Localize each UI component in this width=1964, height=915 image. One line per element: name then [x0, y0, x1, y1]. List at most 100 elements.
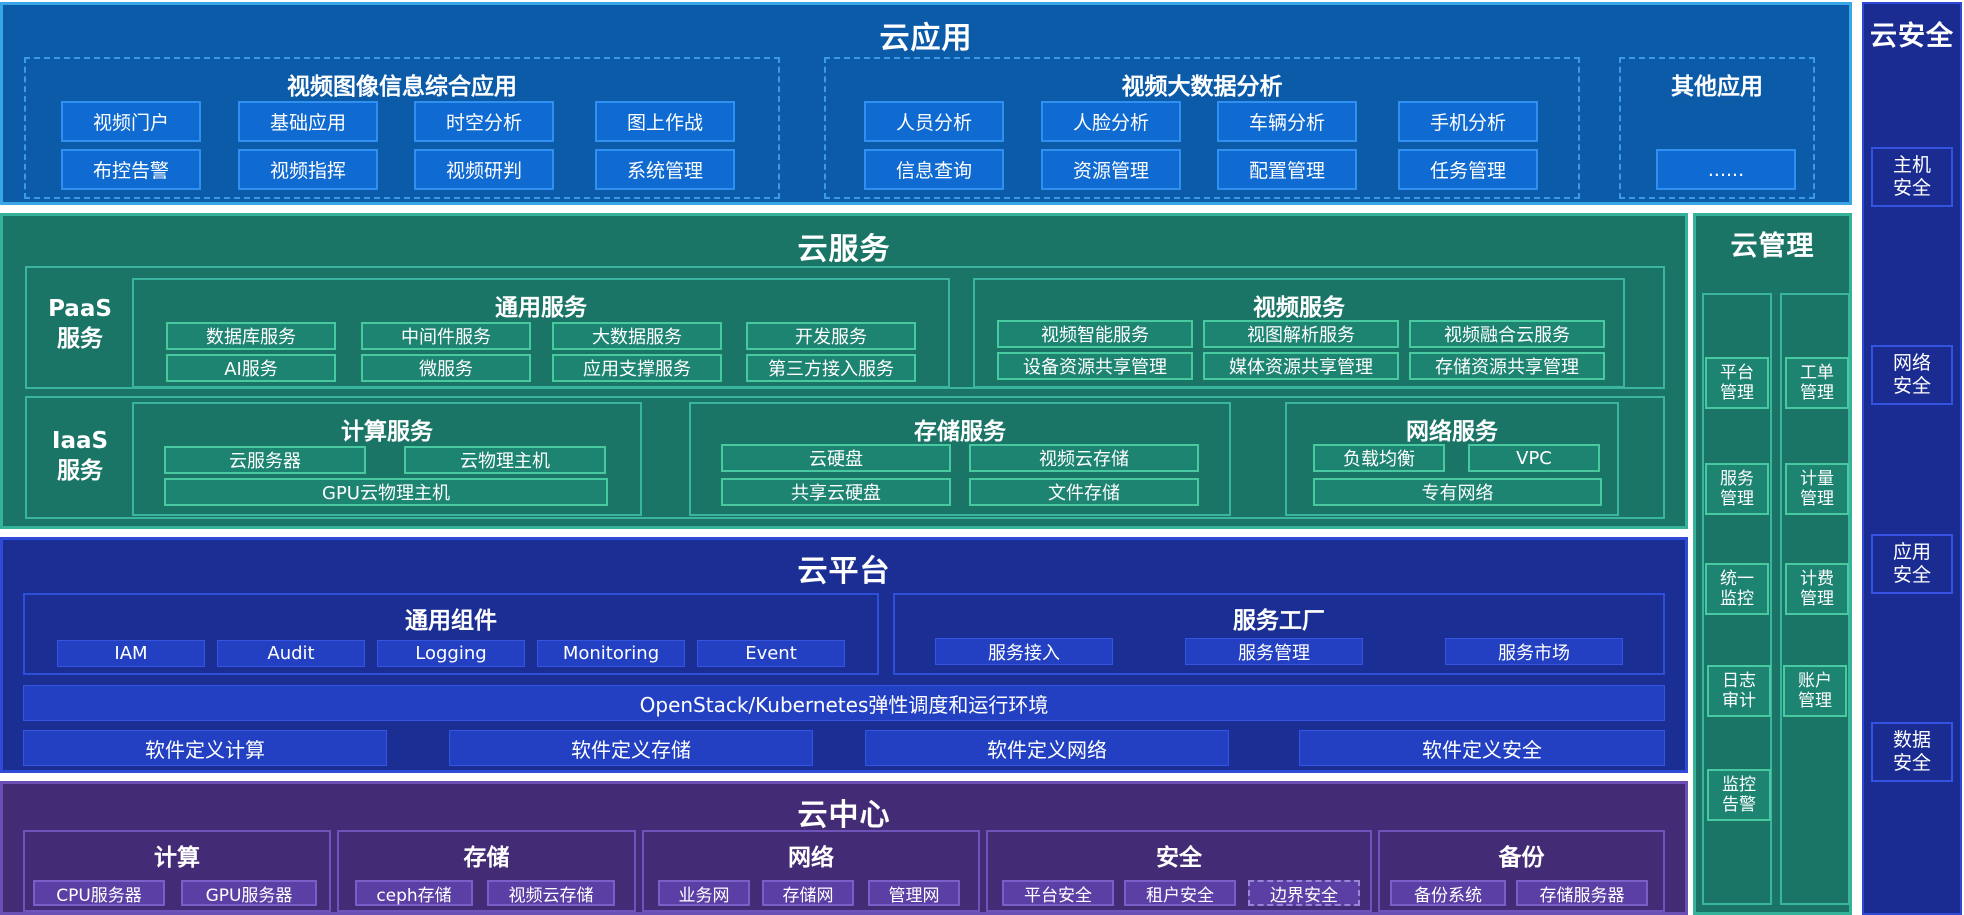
factory-item[interactable]: 服务管理: [1185, 638, 1363, 665]
sds-item[interactable]: 软件定义计算: [23, 730, 387, 766]
app-item-more[interactable]: ......: [1656, 149, 1796, 190]
center-item[interactable]: 平台安全: [1002, 880, 1114, 906]
center-item[interactable]: 边界安全: [1248, 880, 1360, 906]
center-item[interactable]: 租户安全: [1124, 880, 1236, 906]
mgmt-item[interactable]: 计量 管理: [1785, 463, 1849, 515]
app-item[interactable]: 手机分析: [1398, 101, 1538, 142]
sds-item[interactable]: 软件定义存储: [449, 730, 813, 766]
center-item[interactable]: 管理网: [868, 880, 960, 906]
security-item[interactable]: 数据 安全: [1871, 722, 1953, 782]
component-item[interactable]: IAM: [57, 640, 205, 667]
service-item[interactable]: 数据库服务: [166, 322, 336, 350]
app-item[interactable]: 资源管理: [1041, 149, 1181, 190]
service-item[interactable]: 文件存储: [969, 478, 1199, 506]
app-item[interactable]: 人员分析: [864, 101, 1004, 142]
cloud-app-title: 云应用: [879, 21, 973, 56]
center-item[interactable]: 存储服务器: [1516, 880, 1648, 906]
component-item[interactable]: Logging: [377, 640, 525, 667]
service-item[interactable]: 云服务器: [164, 446, 366, 474]
service-item[interactable]: 开发服务: [746, 322, 916, 350]
app-item[interactable]: 时空分析: [414, 101, 554, 142]
app-item[interactable]: 系统管理: [595, 149, 735, 190]
service-item[interactable]: 视频智能服务: [997, 320, 1193, 348]
center-group-backup: 备份 备份系统 存储服务器: [1378, 830, 1665, 912]
center-item[interactable]: CPU服务器: [33, 880, 165, 906]
center-item[interactable]: 存储网: [762, 880, 854, 906]
mgmt-item[interactable]: 账户 管理: [1783, 665, 1847, 717]
paas-label: PaaS 服务: [27, 294, 133, 354]
security-item[interactable]: 网络 安全: [1871, 345, 1953, 405]
service-item[interactable]: AI服务: [166, 354, 336, 382]
iaas-label-line1: IaaS: [51, 428, 109, 454]
center-item[interactable]: 业务网: [658, 880, 750, 906]
center-group-title: 安全: [1156, 845, 1202, 871]
service-item[interactable]: 存储资源共享管理: [1409, 352, 1605, 380]
video-services-title: 视频服务: [1253, 295, 1345, 321]
app-item[interactable]: 布控告警: [61, 149, 201, 190]
service-item[interactable]: 第三方接入服务: [746, 354, 916, 382]
service-item[interactable]: 视频云存储: [969, 444, 1199, 472]
service-item[interactable]: 媒体资源共享管理: [1203, 352, 1399, 380]
app-item[interactable]: 人脸分析: [1041, 101, 1181, 142]
component-item[interactable]: Event: [697, 640, 845, 667]
mgmt-item[interactable]: 服务 管理: [1705, 463, 1769, 515]
center-item[interactable]: 备份系统: [1390, 880, 1506, 906]
paas-row: PaaS 服务 通用服务 数据库服务 中间件服务 大数据服务 开发服务 AI服务…: [25, 266, 1665, 389]
app-group-title: 视频大数据分析: [1121, 74, 1283, 100]
common-components-group: 通用组件 IAM Audit Logging Monitoring Event: [23, 593, 879, 675]
app-item[interactable]: 视频研判: [414, 149, 554, 190]
mgmt-item[interactable]: 日志 审计: [1707, 665, 1771, 717]
service-item[interactable]: 共享云硬盘: [721, 478, 951, 506]
cloud-service-title: 云服务: [797, 232, 891, 267]
mgmt-item[interactable]: 计费 管理: [1785, 563, 1849, 615]
app-item[interactable]: 图上作战: [595, 101, 735, 142]
app-item[interactable]: 车辆分析: [1217, 101, 1357, 142]
app-item[interactable]: 任务管理: [1398, 149, 1538, 190]
service-item[interactable]: 云硬盘: [721, 444, 951, 472]
mgmt-item[interactable]: 统一 监控: [1705, 563, 1769, 615]
component-item[interactable]: Monitoring: [537, 640, 685, 667]
service-item[interactable]: 微服务: [361, 354, 531, 382]
factory-item[interactable]: 服务接入: [935, 638, 1113, 665]
sds-item[interactable]: 软件定义网络: [865, 730, 1229, 766]
service-item[interactable]: GPU云物理主机: [164, 478, 608, 506]
service-item[interactable]: 大数据服务: [552, 322, 722, 350]
security-item[interactable]: 应用 安全: [1871, 534, 1953, 594]
app-group-video-image: 视频图像信息综合应用 视频门户 基础应用 时空分析 图上作战 布控告警 视频指挥…: [24, 57, 780, 199]
service-item[interactable]: 负载均衡: [1313, 444, 1445, 472]
center-group-storage: 存储 ceph存储 视频云存储: [337, 830, 636, 912]
storage-services-title: 存储服务: [914, 419, 1006, 445]
service-item[interactable]: 云物理主机: [404, 446, 606, 474]
service-item[interactable]: 设备资源共享管理: [997, 352, 1193, 380]
center-group-compute: 计算 CPU服务器 GPU服务器: [23, 830, 331, 912]
mgmt-item[interactable]: 监控 告警: [1707, 769, 1771, 821]
service-item[interactable]: 应用支撑服务: [552, 354, 722, 382]
general-services-group: 通用服务 数据库服务 中间件服务 大数据服务 开发服务 AI服务 微服务 应用支…: [132, 278, 950, 388]
cloud-center-title: 云中心: [797, 798, 891, 833]
app-item[interactable]: 视频门户: [61, 101, 201, 142]
service-item[interactable]: VPC: [1468, 444, 1600, 472]
service-item[interactable]: 专有网络: [1313, 478, 1602, 506]
center-item[interactable]: 视频云存储: [487, 880, 615, 906]
app-item[interactable]: 配置管理: [1217, 149, 1357, 190]
video-services-group: 视频服务 视频智能服务 视图解析服务 视频融合云服务 设备资源共享管理 媒体资源…: [973, 278, 1625, 388]
sds-item[interactable]: 软件定义安全: [1299, 730, 1665, 766]
app-item[interactable]: 视频指挥: [238, 149, 378, 190]
iaas-label-line2: 服务: [57, 458, 103, 484]
factory-item[interactable]: 服务市场: [1445, 638, 1623, 665]
security-item[interactable]: 主机 安全: [1871, 147, 1953, 207]
center-item[interactable]: ceph存储: [355, 880, 473, 906]
component-item[interactable]: Audit: [217, 640, 365, 667]
common-components-title: 通用组件: [405, 608, 497, 634]
mgmt-item[interactable]: 平台 管理: [1705, 357, 1769, 409]
app-group-title: 其他应用: [1671, 74, 1763, 100]
mgmt-item[interactable]: 工单 管理: [1785, 357, 1849, 409]
center-item[interactable]: GPU服务器: [181, 880, 317, 906]
service-item[interactable]: 视频融合云服务: [1409, 320, 1605, 348]
app-item[interactable]: 基础应用: [238, 101, 378, 142]
service-item[interactable]: 中间件服务: [361, 322, 531, 350]
mgmt-col-right: 工单 管理 计量 管理 计费 管理 账户 管理: [1780, 293, 1850, 905]
runtime-environment-bar[interactable]: OpenStack/Kubernetes弹性调度和运行环境: [23, 685, 1665, 721]
app-item[interactable]: 信息查询: [864, 149, 1004, 190]
service-item[interactable]: 视图解析服务: [1203, 320, 1399, 348]
